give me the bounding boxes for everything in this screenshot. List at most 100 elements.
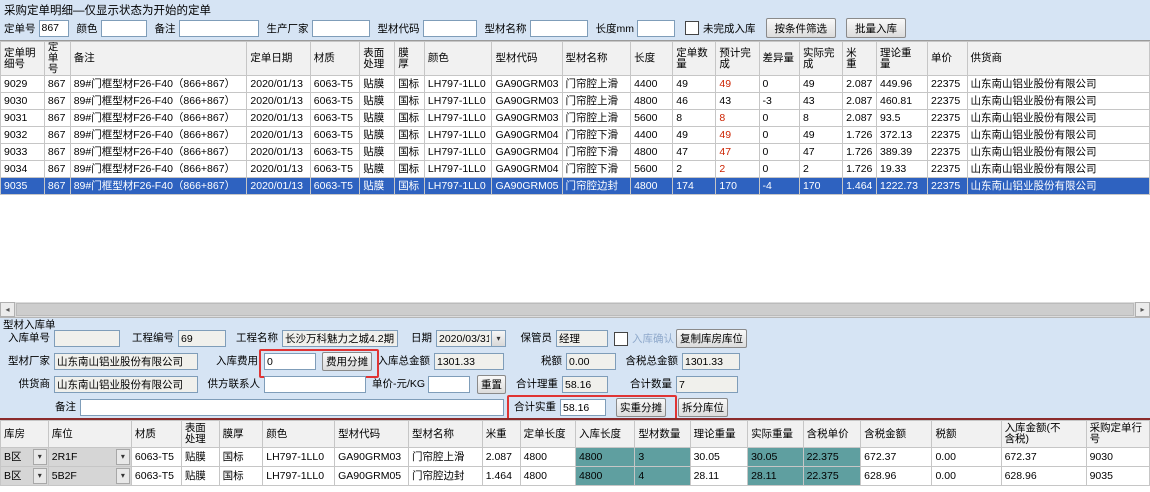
tax-input[interactable] — [566, 353, 616, 370]
cell[interactable]: 49 — [673, 76, 716, 93]
unfinished-inbound-checkbox[interactable] — [685, 21, 699, 35]
column-header[interactable]: 定单日期 — [247, 42, 310, 76]
cell[interactable]: 4800 — [576, 467, 635, 486]
cell[interactable]: 1222.73 — [876, 178, 927, 195]
cell[interactable]: 贴膜 — [360, 76, 395, 93]
dropdown-arrow-icon[interactable]: ▾ — [33, 468, 47, 484]
column-header[interactable]: 入库金额(不 含税) — [1001, 421, 1086, 448]
cell[interactable]: 1.464 — [843, 178, 877, 195]
table-row[interactable]: 903586789#门框型材F26-F40（866+867）2020/01/13… — [1, 178, 1150, 195]
project-no-input[interactable] — [178, 330, 226, 347]
cell[interactable]: GA90GRM03 — [492, 76, 562, 93]
cell[interactable]: 170 — [799, 178, 842, 195]
table-row[interactable]: 903286789#门框型材F26-F40（866+867）2020/01/13… — [1, 127, 1150, 144]
inbound-fee-input[interactable] — [264, 353, 316, 370]
column-header[interactable]: 材质 — [310, 42, 359, 76]
column-header[interactable]: 表面 处理 — [181, 421, 219, 448]
cell[interactable]: 628.96 — [1001, 467, 1086, 486]
table-row[interactable]: 903486789#门框型材F26-F40（866+867）2020/01/13… — [1, 161, 1150, 178]
table-row[interactable]: B区▾2R1F▾6063-T5贴膜国标LH797-1LL0GA90GRM03门帘… — [1, 448, 1150, 467]
cell[interactable]: 4800 — [520, 448, 575, 467]
cell[interactable]: 4800 — [576, 448, 635, 467]
cell[interactable]: 22375 — [928, 161, 967, 178]
cell[interactable]: 46 — [673, 93, 716, 110]
cell[interactable]: 867 — [44, 93, 70, 110]
cell[interactable]: 国标 — [395, 93, 425, 110]
batch-inbound-button[interactable]: 批量入库 — [846, 18, 906, 38]
column-header[interactable]: 长度 — [631, 42, 673, 76]
cell[interactable]: 0.00 — [932, 467, 1001, 486]
cell[interactable]: 门帘腔下滑 — [562, 161, 631, 178]
cell[interactable]: 0 — [759, 76, 799, 93]
column-header[interactable]: 供货商 — [967, 42, 1149, 76]
column-header[interactable]: 实际完 成 — [799, 42, 842, 76]
supplier-contact-input[interactable] — [264, 376, 366, 393]
cell[interactable]: 贴膜 — [360, 93, 395, 110]
cell[interactable]: B区▾ — [1, 448, 49, 467]
scroll-right-icon[interactable]: ▸ — [1135, 302, 1150, 317]
cell[interactable]: 9030 — [1086, 448, 1149, 467]
remark-input[interactable] — [80, 399, 504, 416]
cell[interactable]: 2.087 — [843, 93, 877, 110]
cell[interactable]: 1.726 — [843, 144, 877, 161]
horizontal-scrollbar[interactable]: ◂ ▸ — [0, 302, 1150, 318]
cell[interactable]: 2020/01/13 — [247, 76, 310, 93]
cell[interactable]: 2 — [799, 161, 842, 178]
cell[interactable]: 山东南山铝业股份有限公司 — [967, 110, 1149, 127]
cell[interactable]: 贴膜 — [360, 127, 395, 144]
cell[interactable]: 门帘腔上滑 — [562, 93, 631, 110]
cell[interactable]: 22375 — [928, 144, 967, 161]
column-header[interactable]: 米 重 — [843, 42, 877, 76]
cell[interactable]: 5B2F▾ — [48, 467, 131, 486]
filter-length-input[interactable] — [637, 20, 675, 37]
filter-remark-input[interactable] — [179, 20, 259, 37]
cell[interactable]: 9035 — [1086, 467, 1149, 486]
reset-button[interactable]: 重置 — [477, 375, 506, 394]
cell[interactable]: 43 — [799, 93, 842, 110]
cell[interactable]: 8 — [673, 110, 716, 127]
filter-color-input[interactable] — [101, 20, 147, 37]
cell[interactable]: 89#门框型材F26-F40（866+867） — [70, 178, 247, 195]
cell[interactable]: 6063-T5 — [310, 110, 359, 127]
cell[interactable]: 贴膜 — [360, 144, 395, 161]
cell[interactable]: 4800 — [520, 467, 575, 486]
cell[interactable]: 2020/01/13 — [247, 178, 310, 195]
dropdown-arrow-icon[interactable]: ▾ — [33, 449, 47, 465]
cell[interactable]: 372.13 — [876, 127, 927, 144]
column-header[interactable]: 理论重量 — [690, 421, 747, 448]
column-header[interactable]: 定单明 细号 — [1, 42, 45, 76]
column-header[interactable]: 备注 — [70, 42, 247, 76]
cell[interactable]: LH797-1LL0 — [424, 110, 492, 127]
column-header[interactable]: 定 单 号 — [44, 42, 70, 76]
cell[interactable]: 6063-T5 — [310, 93, 359, 110]
column-header[interactable]: 含税金额 — [861, 421, 932, 448]
project-name-input[interactable] — [282, 330, 398, 347]
cell[interactable]: 867 — [44, 76, 70, 93]
cell[interactable]: 4 — [635, 467, 690, 486]
cell[interactable]: 49 — [799, 127, 842, 144]
cell[interactable]: 2.087 — [843, 76, 877, 93]
cell[interactable]: 2R1F▾ — [48, 448, 131, 467]
total-with-tax-input[interactable] — [682, 353, 740, 370]
cell[interactable]: 贴膜 — [181, 467, 219, 486]
scroll-left-icon[interactable]: ◂ — [0, 302, 15, 317]
cell[interactable]: 0 — [759, 144, 799, 161]
cell[interactable]: 门帘腔边封 — [562, 178, 631, 195]
split-location-button[interactable]: 拆分库位 — [678, 398, 728, 417]
cell[interactable]: 28.11 — [690, 467, 747, 486]
cell[interactable]: 2 — [673, 161, 716, 178]
cell[interactable]: 9029 — [1, 76, 45, 93]
cell[interactable]: 8 — [716, 110, 759, 127]
column-header[interactable]: 库位 — [48, 421, 131, 448]
cell[interactable]: 47 — [799, 144, 842, 161]
cell[interactable]: 19.33 — [876, 161, 927, 178]
cell[interactable]: 49 — [799, 76, 842, 93]
cell[interactable]: 4400 — [631, 127, 673, 144]
copy-location-button[interactable]: 复制库房库位 — [676, 329, 747, 348]
cell[interactable]: 2020/01/13 — [247, 110, 310, 127]
cell[interactable]: 门帘腔上滑 — [409, 448, 483, 467]
cell[interactable]: 89#门框型材F26-F40（866+867） — [70, 144, 247, 161]
column-header[interactable]: 膜 厚 — [395, 42, 425, 76]
cell[interactable]: 门帘腔下滑 — [562, 144, 631, 161]
keeper-input[interactable] — [556, 330, 608, 347]
